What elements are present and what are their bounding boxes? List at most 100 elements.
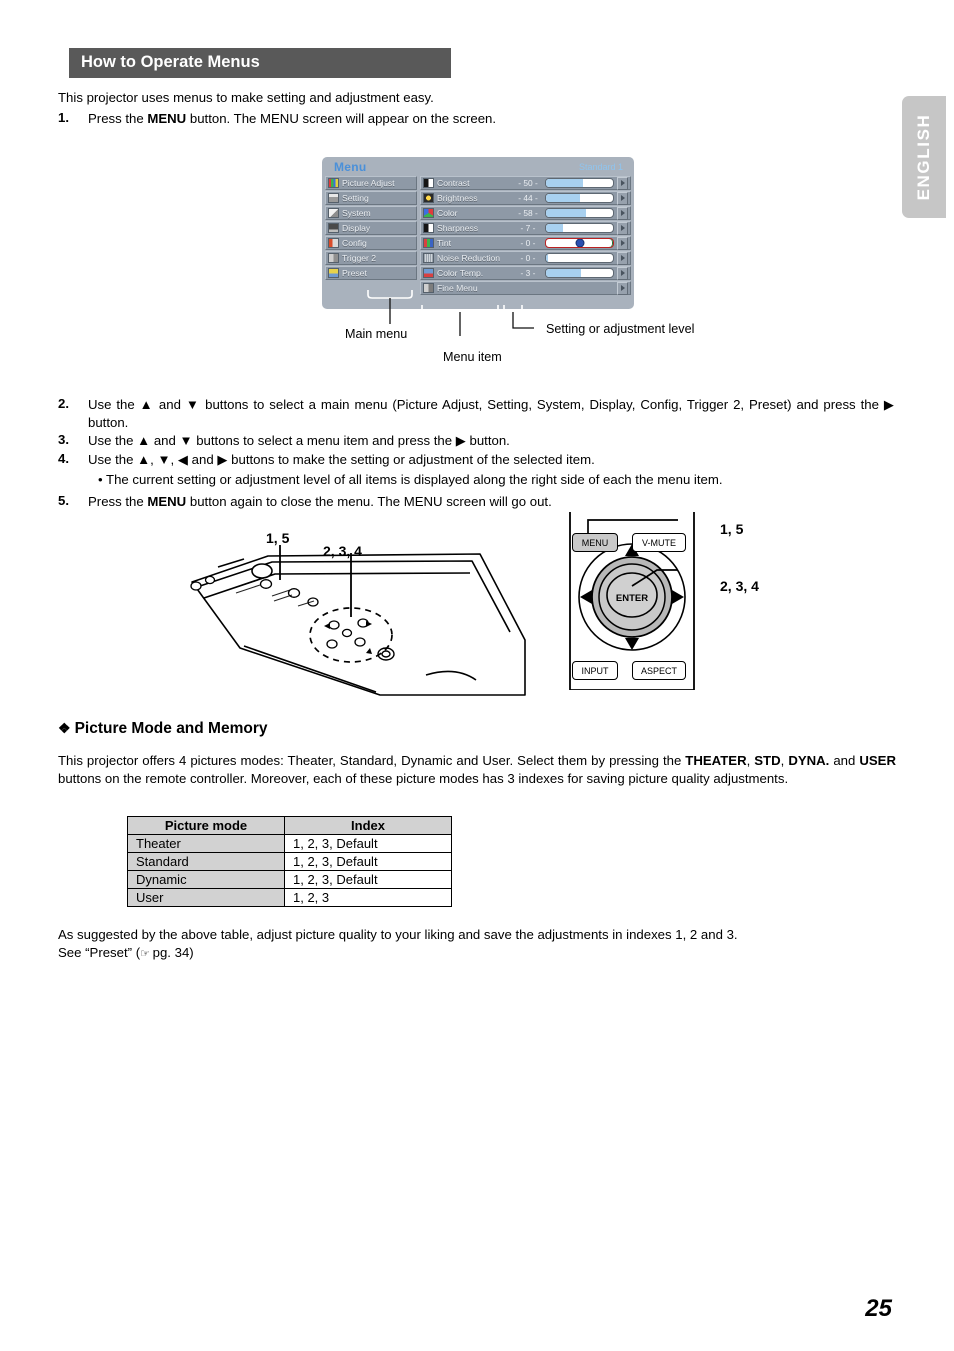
osd-main-menu-list: Picture Adjust Setting System Display Config… (325, 176, 417, 306)
callout-menu-item: Menu item (443, 350, 502, 364)
osd-slider-color-temp-[interactable] (545, 268, 614, 278)
callout-level: Setting or adjustment level (546, 322, 695, 336)
remote-enter-label: ENTER (615, 592, 649, 604)
table-cell-index: 1, 2, 3 (284, 888, 452, 907)
osd-menu-item-value: - 7 - (520, 223, 536, 233)
osd-slider-sharpness[interactable] (545, 223, 614, 233)
osd-main-menu-item-setting[interactable]: Setting (325, 191, 417, 205)
step-4-bullet-note: • The current setting or adjustment leve… (98, 472, 723, 487)
table-row: Standard 1, 2, 3, Default (127, 852, 452, 871)
osd-main-menu-label: System (342, 208, 371, 218)
osd-main-menu-label: Preset (342, 268, 367, 278)
remote-aspect-label: ASPECT (640, 665, 677, 676)
language-tab-label: ENGLISH (914, 113, 933, 201)
display-icon (328, 223, 339, 233)
osd-preset-indicator: Standard 1 (578, 162, 623, 172)
color-temp-icon (423, 268, 434, 278)
osd-title: Menu (334, 160, 367, 174)
osd-menu-item-contrast[interactable]: Contrast - 50 - (420, 176, 631, 190)
remote-button-menu[interactable]: MENU (572, 533, 618, 552)
osd-main-menu-item-system[interactable]: System (325, 206, 417, 220)
osd-menu-item-color-temp-[interactable]: Color Temp. - 3 - (420, 266, 631, 280)
osd-menu-item-value: - 50 - (518, 178, 538, 188)
projector-callout-2-3-4: 2, 3, 4 (323, 543, 362, 559)
osd-menu-item-value: - 0 - (520, 238, 536, 248)
pm-std-keyword: STD (754, 753, 781, 768)
osd-main-menu-label: Picture Adjust (342, 178, 395, 188)
brightness-icon (423, 193, 434, 203)
picture-mode-heading-text: Picture Mode and Memory (74, 720, 268, 737)
osd-menu-item-brightness[interactable]: Brightness - 44 - (420, 191, 631, 205)
floret-bullet-icon: ❖ (58, 720, 71, 736)
page-title: How to Operate Menus (81, 53, 260, 71)
table-header-index: Index (284, 816, 452, 835)
osd-body: Picture Adjust Setting System Display Config… (325, 176, 631, 306)
osd-slider-brightness[interactable] (545, 193, 614, 203)
pm-dyna-keyword: DYNA. (788, 753, 830, 768)
osd-right-arrow-icon[interactable] (617, 191, 628, 205)
tint-slider-knob[interactable] (575, 239, 584, 247)
remote-menu-label: MENU (581, 537, 609, 548)
osd-slider-contrast[interactable] (545, 178, 614, 188)
picture-mode-footer-line-2: See “Preset” (☞ pg. 34) (58, 944, 908, 964)
osd-main-menu-label: Trigger 2 (342, 253, 377, 263)
step-4-text: Use the ▲, ▼, ◀ and ▶ buttons to make th… (88, 452, 595, 467)
step-5-number: 5. (58, 493, 69, 508)
pm-user-keyword: USER (859, 753, 896, 768)
osd-menu-panel: Menu Standard 1 Picture Adjust Setting Sys… (322, 157, 634, 309)
preset-icon (328, 268, 339, 278)
slider-fill (546, 254, 548, 262)
osd-slider-tint[interactable] (545, 238, 614, 248)
picture-adjust-icon (328, 178, 339, 188)
osd-menu-item-value: - 44 - (518, 193, 538, 203)
osd-right-arrow-icon[interactable] (617, 236, 628, 250)
osd-main-menu-item-display[interactable]: Display (325, 221, 417, 235)
remote-button-input[interactable]: INPUT (572, 661, 618, 680)
remote-button-vmute[interactable]: V-MUTE (632, 533, 686, 552)
system-icon (328, 208, 339, 218)
callout-main-menu: Main menu (345, 327, 408, 341)
remote-callout-1-5: 1, 5 (720, 521, 744, 537)
osd-main-menu-item-picture-adjust[interactable]: Picture Adjust (325, 176, 417, 190)
osd-main-menu-item-preset[interactable]: Preset (325, 266, 417, 280)
table-header-row: Picture mode Index (127, 816, 452, 835)
remote-input-label: INPUT (581, 665, 609, 676)
remote-callout-2-3-4: 2, 3, 4 (720, 578, 759, 594)
remote-vmute-label: V-MUTE (641, 537, 676, 548)
osd-menu-item-value: - 58 - (518, 208, 538, 218)
step-1-part-c: button. The MENU screen will appear on t… (186, 111, 497, 126)
osd-right-arrow-icon[interactable] (617, 176, 628, 190)
osd-menu-item-color[interactable]: Color - 58 - (420, 206, 631, 220)
slider-fill (546, 179, 583, 187)
osd-slider-noise-reduction[interactable] (545, 253, 614, 263)
table-row: Theater 1, 2, 3, Default (127, 834, 452, 853)
step-5-part-c: button again to close the menu. The MENU… (186, 494, 552, 509)
osd-slider-color[interactable] (545, 208, 614, 218)
picture-mode-table: Picture mode Index Theater 1, 2, 3, Defau… (127, 816, 452, 907)
language-tab: ENGLISH (902, 96, 946, 218)
remote-button-enter[interactable]: ENTER (608, 590, 656, 606)
remote-button-aspect[interactable]: ASPECT (632, 661, 686, 680)
osd-right-arrow-icon[interactable] (617, 221, 628, 235)
osd-main-menu-label: Display (342, 223, 371, 233)
osd-menu-item-noise-reduction[interactable]: Noise Reduction - 0 - (420, 251, 631, 265)
osd-menu-item-tint[interactable]: Tint - 0 - (420, 236, 631, 250)
osd-main-menu-item-config[interactable]: Config (325, 236, 417, 250)
osd-right-arrow-icon[interactable] (617, 266, 628, 280)
table-cell-picture-mode: Standard (127, 852, 285, 871)
osd-menu-item-sharpness[interactable]: Sharpness - 7 - (420, 221, 631, 235)
section-heading-bar: How to Operate Menus (69, 48, 451, 78)
step-3-text: Use the ▲ and ▼ buttons to select a menu… (88, 433, 510, 448)
picture-mode-footer-line-1: As suggested by the above table, adjust … (58, 927, 738, 942)
step-5-menu-keyword: MENU (147, 494, 187, 509)
slider-fill (546, 209, 587, 217)
osd-right-arrow-icon[interactable] (617, 206, 628, 220)
step-1-text: Press the MENU button. The MENU screen w… (88, 110, 848, 128)
osd-menu-item-label: Brightness (437, 193, 478, 203)
page-number: 25 (865, 1295, 892, 1322)
preset-ref-post: pg. 34) (148, 945, 194, 960)
preset-ref-pre: See “Preset” ( (58, 945, 141, 960)
config-icon (328, 238, 339, 248)
osd-right-arrow-icon[interactable] (617, 251, 628, 265)
osd-main-menu-item-trigger-2[interactable]: Trigger 2 (325, 251, 417, 265)
